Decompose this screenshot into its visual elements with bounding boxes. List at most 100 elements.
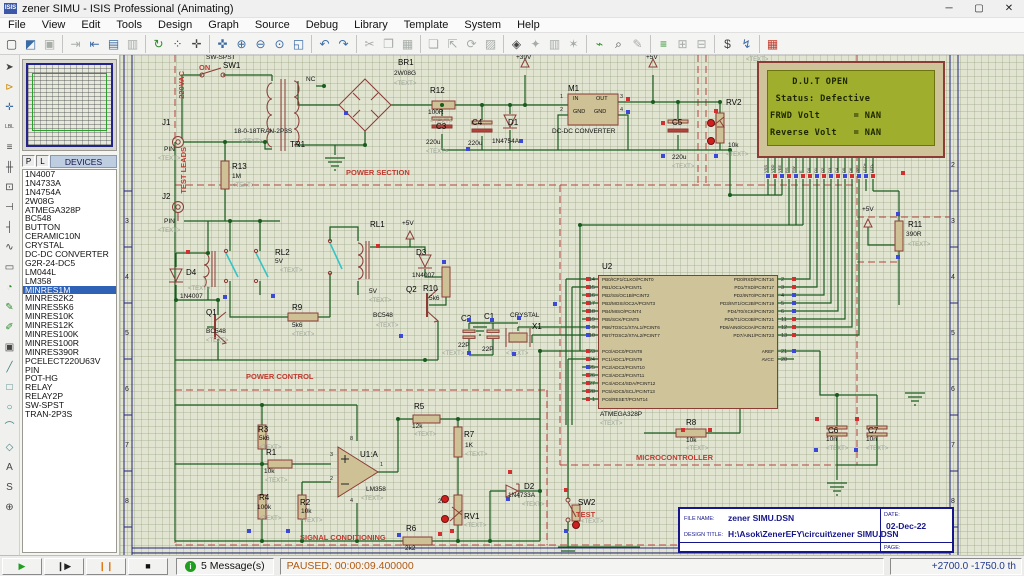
generator-mode-icon[interactable]: ◔ xyxy=(1,279,18,296)
component-mode-icon[interactable]: ⊳ xyxy=(1,79,18,96)
2d-symbol-mode-icon[interactable]: S xyxy=(1,479,18,496)
packaging-tool-icon[interactable]: ▥ xyxy=(546,35,563,52)
block-copy-icon[interactable]: ❏ xyxy=(425,35,442,52)
block-move-icon[interactable]: ⇱ xyxy=(444,35,461,52)
search-tag-icon[interactable]: ⌕ xyxy=(610,35,627,52)
menu-tools[interactable]: Tools xyxy=(108,19,150,31)
remove-sheet-icon[interactable]: ⊟ xyxy=(693,35,710,52)
new-file-icon[interactable]: ▢ xyxy=(3,35,20,52)
menu-design[interactable]: Design xyxy=(150,19,200,31)
bus-mode-icon[interactable]: ╫ xyxy=(1,159,18,176)
electrical-rules-check-icon[interactable]: ↯ xyxy=(738,35,755,52)
save-icon[interactable]: ▣ xyxy=(41,35,58,52)
paste-icon[interactable]: ▦ xyxy=(399,35,416,52)
stop-button[interactable]: ■ xyxy=(128,558,168,575)
message-panel[interactable]: i 5 Message(s) xyxy=(176,558,274,575)
make-device-icon[interactable]: ✦ xyxy=(527,35,544,52)
logic-state-indicator xyxy=(792,317,796,321)
2d-line-mode-icon[interactable]: ╱ xyxy=(1,359,18,376)
graph-mode-icon[interactable]: ∿ xyxy=(1,239,18,256)
block-delete-icon[interactable]: ▨ xyxy=(482,35,499,52)
menu-template[interactable]: Template xyxy=(396,19,457,31)
menu-debug[interactable]: Debug xyxy=(298,19,346,31)
zoom-all-icon[interactable]: ⊙ xyxy=(271,35,288,52)
menu-graph[interactable]: Graph xyxy=(200,19,247,31)
file-name-value: zener SIMU.DSN xyxy=(728,513,794,523)
menu-file[interactable]: File xyxy=(0,19,34,31)
design-explorer-icon[interactable]: ≡ xyxy=(655,35,672,52)
pause-button[interactable]: ❙❙ xyxy=(86,558,126,575)
marker-mode-icon[interactable]: ⊕ xyxy=(1,499,18,516)
wire-junction xyxy=(538,489,542,493)
menu-view[interactable]: View xyxy=(34,19,74,31)
pick-device-icon[interactable]: ◈ xyxy=(508,35,525,52)
schematic-label: DISPLAY UNIT xyxy=(820,55,871,56)
pick-devices-button[interactable]: P xyxy=(22,155,35,167)
probe-dot xyxy=(707,137,715,145)
junction-mode-icon[interactable]: ✛ xyxy=(1,99,18,116)
close-button[interactable]: ✕ xyxy=(994,0,1024,18)
wire-label-mode-icon[interactable]: LBL xyxy=(1,119,18,136)
wire-junction xyxy=(216,298,220,302)
menu-source[interactable]: Source xyxy=(247,19,298,31)
mcu-pin-pc0: PC0/ADC0/PCINT8 xyxy=(602,349,642,354)
schematic-canvas[interactable]: 3456782345678 xyxy=(120,55,1024,555)
tape-recorder-mode-icon[interactable]: ▭ xyxy=(1,259,18,276)
property-assignment-icon[interactable]: ✎ xyxy=(629,35,646,52)
text-script-mode-icon[interactable]: ≡ xyxy=(1,139,18,156)
microcontroller-u2[interactable]: PB0/ICP1/CLKO/PCINT014PB1/OC1A/PCINT115P… xyxy=(598,275,778,409)
open-folder-icon[interactable]: ◩ xyxy=(22,35,39,52)
zoom-in-icon[interactable]: ⊕ xyxy=(233,35,250,52)
menu-system[interactable]: System xyxy=(456,19,509,31)
logic-state-indicator xyxy=(223,295,227,299)
2d-text-mode-icon[interactable]: A xyxy=(1,459,18,476)
2d-arc-mode-icon[interactable]: ⌒ xyxy=(1,419,18,436)
pan-icon[interactable]: ✜ xyxy=(214,35,231,52)
wire-autorouter-icon[interactable]: ⌁ xyxy=(591,35,608,52)
device-pin-mode-icon[interactable]: ┤ xyxy=(1,219,18,236)
menu-library[interactable]: Library xyxy=(346,19,396,31)
import-section-icon[interactable]: ⇥ xyxy=(67,35,84,52)
cut-icon[interactable]: ✂ xyxy=(361,35,378,52)
toolbar-separator xyxy=(356,35,357,53)
schematic-label: 2k2 xyxy=(405,546,415,553)
current-probe-mode-icon[interactable]: ✐ xyxy=(1,319,18,336)
maximize-button[interactable]: ▢ xyxy=(964,0,994,18)
new-sheet-icon[interactable]: ⊞ xyxy=(674,35,691,52)
undo-icon[interactable]: ↶ xyxy=(316,35,333,52)
2d-box-mode-icon[interactable]: □ xyxy=(1,379,18,396)
logic-state-indicator xyxy=(792,325,796,329)
lcd-text-line: FRWD Volt = NAN xyxy=(770,108,932,125)
voltage-probe-mode-icon[interactable]: ✎ xyxy=(1,299,18,316)
step-button[interactable]: ❙▶ xyxy=(44,558,84,575)
minimize-button[interactable]: ─ xyxy=(934,0,964,18)
grid-toggle-icon[interactable]: ⁘ xyxy=(169,35,186,52)
decompose-icon[interactable]: ✶ xyxy=(565,35,582,52)
block-rotate-icon[interactable]: ⟳ xyxy=(463,35,480,52)
origin-icon[interactable]: ✛ xyxy=(188,35,205,52)
redo-icon[interactable]: ↷ xyxy=(335,35,352,52)
device-item-tran-2p3s[interactable]: TRAN-2P3S xyxy=(23,410,116,419)
bill-of-materials-icon[interactable]: $ xyxy=(719,35,736,52)
selection-mode-icon[interactable]: ➤ xyxy=(1,59,18,76)
menu-edit[interactable]: Edit xyxy=(73,19,108,31)
library-manager-button[interactable]: L xyxy=(36,155,49,167)
menu-help[interactable]: Help xyxy=(509,19,548,31)
print-icon[interactable]: ▤ xyxy=(105,35,122,52)
subcircuit-mode-icon[interactable]: ⊡ xyxy=(1,179,18,196)
wire-junction xyxy=(322,84,326,88)
2d-circle-mode-icon[interactable]: ○ xyxy=(1,399,18,416)
play-button[interactable]: ▶ xyxy=(2,558,42,575)
lcd-pin-d4: D4 xyxy=(833,155,840,173)
redraw-icon[interactable]: ↻ xyxy=(150,35,167,52)
export-section-icon[interactable]: ⇤ xyxy=(86,35,103,52)
overview-window[interactable] xyxy=(22,59,117,151)
copy-icon[interactable]: ❐ xyxy=(380,35,397,52)
mark-output-icon[interactable]: ▥ xyxy=(124,35,141,52)
zoom-out-icon[interactable]: ⊖ xyxy=(252,35,269,52)
zoom-area-icon[interactable]: ◱ xyxy=(290,35,307,52)
virtual-instruments-mode-icon[interactable]: ▣ xyxy=(1,339,18,356)
netlist-to-ares-icon[interactable]: ▦ xyxy=(764,35,781,52)
2d-path-mode-icon[interactable]: ◇ xyxy=(1,439,18,456)
terminal-mode-icon[interactable]: ⊣ xyxy=(1,199,18,216)
